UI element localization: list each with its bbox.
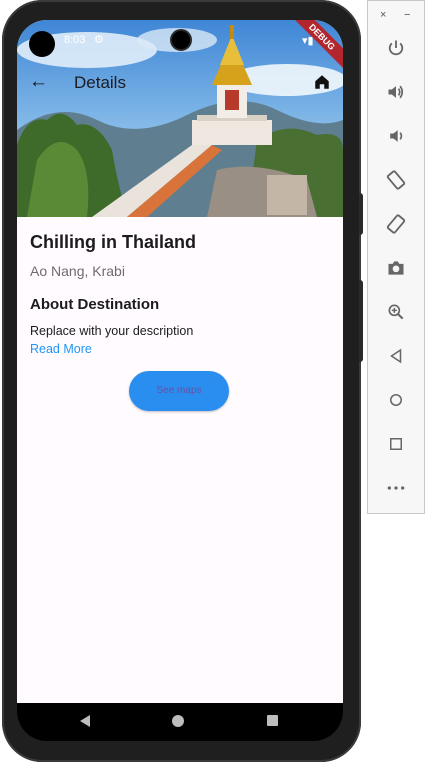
power-side-button [359, 193, 363, 235]
volume-up-icon[interactable] [384, 80, 408, 104]
app-screen: 8:03 ⚙ ▾▮ DEBUG ← Details Chilling in Th… [17, 20, 343, 703]
rotate-left-icon[interactable] [384, 168, 408, 192]
back-arrow-icon[interactable]: ← [29, 71, 48, 93]
app-bar: ← Details [17, 65, 343, 101]
front-camera [170, 29, 192, 51]
status-time: 8:03 [64, 34, 86, 46]
volume-side-button [359, 280, 363, 362]
minimize-icon[interactable]: − [404, 9, 410, 21]
see-maps-button[interactable]: See maps [129, 371, 229, 411]
power-icon[interactable] [384, 36, 408, 60]
destination-description: Replace with your description [30, 324, 194, 338]
more-icon[interactable] [384, 476, 408, 500]
nav-home-icon[interactable] [172, 715, 184, 727]
zoom-icon[interactable] [384, 300, 408, 324]
home-circle-icon[interactable] [384, 388, 408, 412]
volume-down-icon[interactable] [384, 124, 408, 148]
camera-icon[interactable] [384, 256, 408, 280]
status-bar: 8:03 ⚙ ▾▮ DEBUG [17, 20, 343, 74]
settings-icon: ⚙ [94, 34, 104, 46]
destination-title: Chilling in Thailand [30, 232, 196, 252]
camera-cutout [29, 31, 55, 57]
destination-location: Ao Nang, Krabi [30, 263, 125, 279]
about-heading: About Destination [30, 296, 160, 313]
rotate-right-icon[interactable] [384, 212, 408, 236]
system-nav-bar [17, 703, 343, 741]
nav-recents-icon[interactable] [267, 715, 278, 726]
home-icon[interactable] [313, 73, 331, 91]
overview-icon[interactable] [384, 432, 408, 456]
back-icon[interactable] [384, 344, 408, 368]
page-title: Details [74, 73, 126, 92]
emulator-toolbar: × − [367, 0, 425, 514]
nav-back-icon[interactable] [80, 715, 90, 727]
destination-details: Chilling in Thailand Ao Nang, Krabi Abou… [30, 232, 330, 356]
read-more-link[interactable]: Read More [30, 342, 330, 356]
close-icon[interactable]: × [380, 9, 386, 21]
